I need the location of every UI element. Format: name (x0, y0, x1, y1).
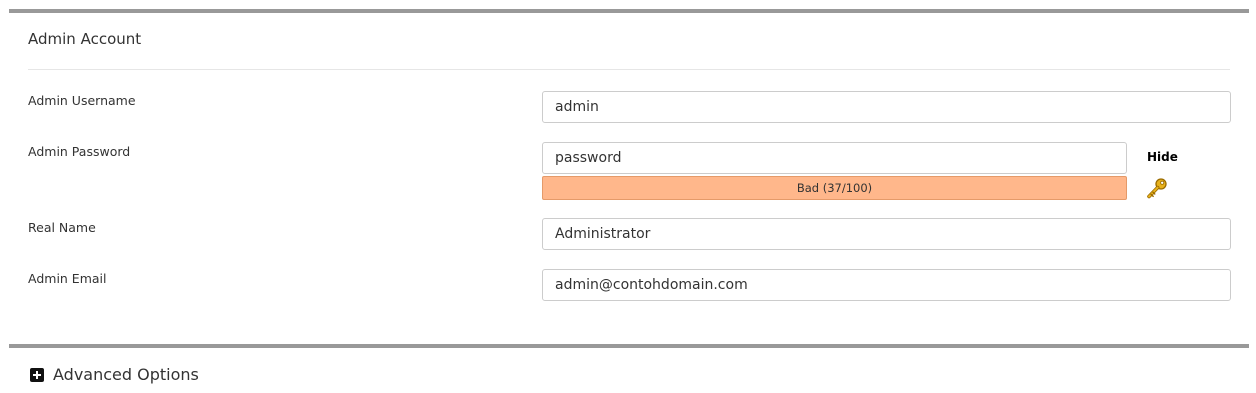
key-icon[interactable] (1146, 177, 1168, 201)
plus-square-icon[interactable] (30, 368, 44, 382)
admin-account-section: Admin Account Admin Username Admin Passw… (9, 9, 1249, 335)
password-strength-bar: Bad (37/100) (542, 176, 1127, 200)
admin-password-input[interactable] (542, 142, 1127, 174)
page: Admin Account Admin Username Admin Passw… (0, 0, 1256, 393)
admin-email-label: Admin Email (28, 271, 107, 286)
advanced-options-toggle[interactable]: Advanced Options (53, 365, 199, 384)
admin-username-label: Admin Username (28, 93, 136, 108)
admin-email-input[interactable] (542, 269, 1231, 301)
section-divider (28, 69, 1230, 70)
advanced-options-section: Advanced Options (9, 344, 1249, 393)
real-name-label: Real Name (28, 220, 96, 235)
admin-password-label: Admin Password (28, 144, 131, 159)
hide-password-link[interactable]: Hide (1147, 150, 1178, 164)
admin-username-input[interactable] (542, 91, 1231, 123)
section-title: Admin Account (28, 30, 142, 48)
real-name-input[interactable] (542, 218, 1231, 250)
